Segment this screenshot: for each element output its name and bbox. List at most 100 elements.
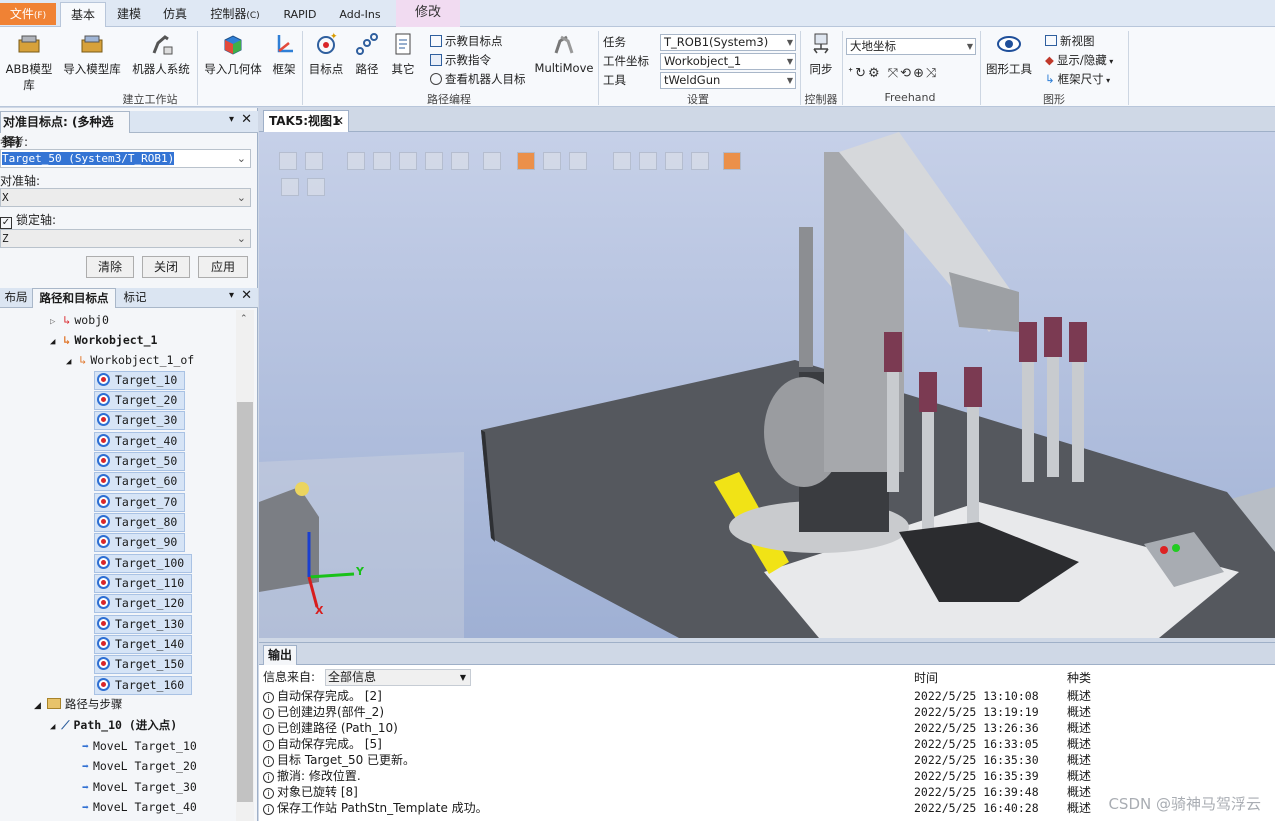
view-robot-target-button[interactable]: 查看机器人目标	[430, 70, 526, 88]
show-hide-button[interactable]: ◆ 显示/隐藏 ▾	[1045, 51, 1113, 69]
tab-basic[interactable]: 基本	[60, 2, 106, 28]
collapse-icon[interactable]: ◢	[50, 722, 55, 732]
tab-controller[interactable]: 控制器(C)	[204, 2, 266, 27]
tree-target-50[interactable]: Target_50	[94, 452, 185, 471]
tree-node-workobject-1[interactable]: ◢ ↳ Workobject_1	[50, 330, 157, 350]
rotate-icon[interactable]: ↻	[855, 66, 868, 81]
tree-target-70[interactable]: Target_70	[94, 493, 185, 512]
tab-addins[interactable]: Add-Ins	[334, 2, 386, 27]
tree-target-130[interactable]: Target_130	[94, 615, 192, 634]
tool-select[interactable]: tWeldGun ▼	[660, 72, 796, 89]
tree-move-1[interactable]: ➡ MoveL Target_10	[82, 736, 197, 756]
frame-button[interactable]: 框架	[268, 31, 300, 77]
tree-target-110[interactable]: Target_110	[94, 574, 192, 593]
output-row[interactable]: i 目标 Target_50 已更新。 2022/5/25 16:35:30 概述	[263, 752, 1268, 768]
tab-rapid[interactable]: RAPID	[278, 2, 322, 27]
path-button[interactable]: 路径	[350, 31, 384, 77]
tree-node-paths-folder[interactable]: ◢ 路径与步骤	[34, 694, 122, 714]
group-label-settings: 设置	[687, 93, 709, 106]
tree-move-2[interactable]: ➡ MoveL Target_20	[82, 756, 197, 776]
tree-target-140[interactable]: Target_140	[94, 635, 192, 654]
teach-target-button[interactable]: 示教目标点	[430, 32, 503, 50]
tab-paths-targets[interactable]: 路径和目标点	[32, 288, 116, 308]
tree-scrollbar[interactable]: ⌃	[236, 310, 254, 821]
3d-viewport[interactable]: Y X	[259, 132, 1275, 638]
tree-node-workobject-of[interactable]: ◢ ↳ Workobject_1_of	[66, 350, 194, 370]
tree-target-30[interactable]: Target_30	[94, 411, 185, 430]
multi-robot-jog-icon[interactable]: ⤨	[926, 66, 938, 81]
tab-modeling[interactable]: 建模	[110, 2, 148, 27]
linear-jog-icon[interactable]: ⤧	[888, 66, 900, 81]
tree-target-60[interactable]: Target_60	[94, 472, 185, 491]
tree-target-150[interactable]: Target_150	[94, 655, 192, 674]
tab-modify[interactable]: 修改	[396, 0, 460, 27]
output-row[interactable]: i 自动保存完成。 [5] 2022/5/25 16:33:05 概述	[263, 736, 1268, 752]
output-row[interactable]: i 自动保存完成。 [2] 2022/5/25 13:10:08 概述	[263, 688, 1268, 704]
target-button[interactable]: ✦ 目标点	[306, 31, 346, 77]
freehand-tools[interactable]: ᐩ↻⚙ ⤧⟲⊕⤨	[848, 65, 938, 83]
other-button[interactable]: 其它	[386, 31, 420, 77]
collapse-icon[interactable]: ◢	[66, 357, 71, 367]
tab-layout[interactable]: 布局	[0, 288, 32, 307]
tree-target-160[interactable]: Target_160	[94, 676, 192, 695]
tree-move-4[interactable]: ➡ MoveL Target_40	[82, 797, 197, 817]
tab-tags[interactable]: 标记	[118, 288, 152, 307]
output-row[interactable]: i 撤消: 修改位置. 2022/5/25 16:35:39 概述	[263, 768, 1268, 784]
tab-output[interactable]: 输出	[263, 645, 297, 665]
tree-target-20[interactable]: Target_20	[94, 391, 185, 410]
tree-node-wobj0[interactable]: ▷ ↳ wobj0	[50, 310, 109, 330]
tree-target-100[interactable]: Target_100	[94, 554, 192, 573]
move-icon[interactable]: ᐩ	[848, 66, 855, 81]
chevron-up-icon[interactable]: ⌃	[240, 314, 248, 324]
close-icon[interactable]: ✕	[241, 112, 252, 127]
close-icon[interactable]: ✕	[241, 288, 252, 303]
import-geometry-button[interactable]: 导入几何体	[200, 31, 266, 77]
col-time-header[interactable]: 时间	[914, 669, 938, 686]
import-library-button[interactable]: 导入模型库	[60, 31, 124, 77]
tree-node-path-10[interactable]: ◢ ⟋ Path_10 (进入点)	[50, 715, 177, 735]
collapse-icon[interactable]: ◢	[50, 337, 55, 347]
collapse-icon[interactable]: ◢	[34, 701, 41, 711]
jog-tcp-icon[interactable]: ⊕	[913, 66, 926, 81]
output-row[interactable]: i 已创建路径 (Path_10) 2022/5/25 13:26:36 概述	[263, 720, 1268, 736]
abb-library-button[interactable]: ABB模型库	[0, 31, 58, 93]
expand-icon[interactable]: ▷	[50, 317, 55, 327]
workobject-select[interactable]: Workobject_1 ▼	[660, 53, 796, 70]
tab-view1[interactable]: TAK5:视图1 ✕	[263, 110, 349, 132]
sync-button[interactable]: 同步	[803, 31, 839, 77]
tree-target-90[interactable]: Target_90	[94, 533, 185, 552]
close-button[interactable]: 关闭	[142, 256, 190, 278]
robot-system-button[interactable]: 机器人系统	[128, 31, 194, 77]
tree-move-3[interactable]: ➡ MoveL Target_30	[82, 777, 197, 797]
tab-simulation[interactable]: 仿真	[154, 2, 196, 27]
new-view-button[interactable]: 新视图	[1045, 32, 1095, 50]
clear-button[interactable]: 清除	[86, 256, 134, 278]
lock-axis-select[interactable]: Z ⌄	[0, 229, 251, 248]
teach-instruction-label: 示教指令	[445, 53, 491, 67]
teach-instruction-button[interactable]: 示教指令	[430, 51, 491, 69]
frame-size-button[interactable]: ↳ 框架尺寸 ▾	[1045, 70, 1110, 88]
multimove-button[interactable]: MultiMove	[534, 31, 594, 75]
col-category-header[interactable]: 种类	[1067, 669, 1091, 686]
apply-button[interactable]: 应用	[198, 256, 248, 278]
pin-icon[interactable]: ▾	[229, 290, 234, 301]
reorient-icon[interactable]: ⟲	[900, 66, 913, 81]
tree-target-80[interactable]: Target_80	[94, 513, 185, 532]
ribbon-tabbar: 文件(F) 基本 建模 仿真 控制器(C) RAPID Add-Ins 修改	[0, 0, 1275, 28]
tab-file[interactable]: 文件(F)	[0, 3, 56, 25]
joint-jog-icon[interactable]: ⚙	[868, 66, 882, 81]
ref-select[interactable]: Target_50 (System3/T_ROB1) ⌄	[0, 149, 251, 168]
close-icon[interactable]: ✕	[334, 111, 344, 131]
graphics-tools-button[interactable]: 图形工具	[983, 31, 1035, 77]
pin-icon[interactable]: ▾	[229, 114, 234, 125]
tree-target-10[interactable]: Target_10	[94, 371, 185, 390]
task-select[interactable]: T_ROB1(System3) ▼	[660, 34, 796, 51]
align-axis-select[interactable]: X ⌄	[0, 188, 251, 207]
tree-target-40[interactable]: Target_40	[94, 432, 185, 451]
tree-target-120[interactable]: Target_120	[94, 594, 192, 613]
lock-axis-checkbox[interactable]: ✓ 锁定轴:	[0, 211, 56, 229]
output-row[interactable]: i 已创建边界(部件_2) 2022/5/25 13:19:19 概述	[263, 704, 1268, 720]
coord-system-select[interactable]: 大地坐标 ▼	[846, 38, 976, 55]
scrollbar-thumb[interactable]	[237, 402, 253, 802]
output-filter-select[interactable]: 全部信息 ▼	[325, 669, 471, 686]
